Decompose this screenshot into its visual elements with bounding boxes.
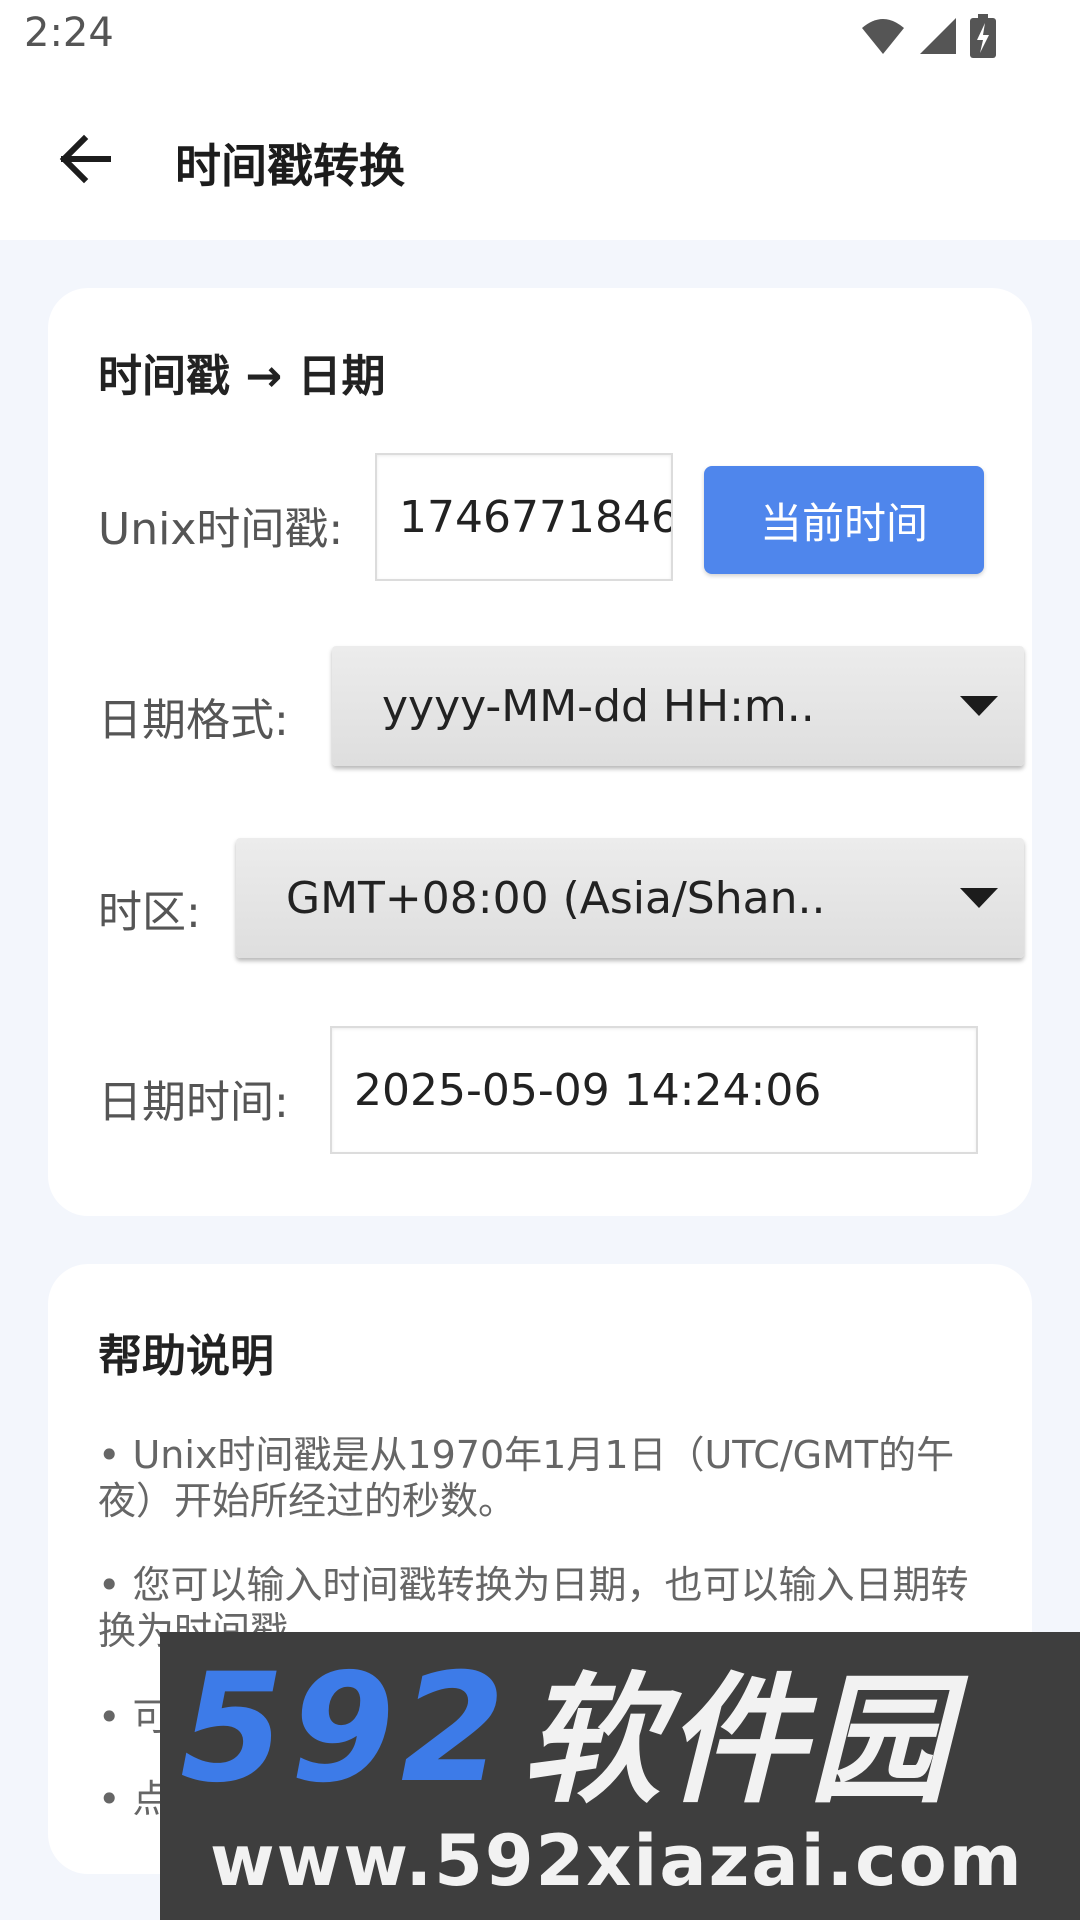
timezone-value: GMT+08:00 (Asia/Shan..	[286, 872, 826, 924]
screen: 2:24 时间戳转换 时间戳 → 日期 Unix时间戳: 1746771846 …	[0, 0, 1080, 1920]
current-time-button[interactable]: 当前时间	[704, 466, 984, 574]
status-time: 2:24	[24, 10, 114, 56]
watermark-logo-text: 软件园	[521, 1660, 954, 1823]
back-button[interactable]	[50, 124, 120, 194]
battery-charging-icon	[970, 14, 996, 58]
timestamp-to-date-card: 时间戳 → 日期 Unix时间戳: 1746771846 当前时间 日期格式: …	[48, 288, 1032, 1216]
status-bar: 2:24	[0, 0, 1080, 74]
status-icons	[860, 14, 996, 58]
card-title: 时间戳 → 日期	[98, 351, 386, 402]
timezone-select[interactable]: GMT+08:00 (Asia/Shan..	[236, 838, 1024, 958]
signal-icon	[920, 18, 956, 54]
unix-timestamp-label: Unix时间戳:	[98, 504, 344, 555]
page-title: 时间戳转换	[175, 139, 405, 193]
datetime-label: 日期时间:	[98, 1077, 289, 1128]
wifi-icon	[862, 19, 904, 54]
dropdown-arrow-icon	[960, 696, 998, 716]
arrow-back-icon	[59, 134, 111, 184]
dropdown-arrow-icon	[960, 888, 998, 908]
date-format-label: 日期格式:	[98, 695, 289, 746]
watermark-overlay: 592 软件园 www.592xiazai.com	[160, 1632, 1080, 1920]
app-bar: 时间戳转换	[0, 74, 1080, 240]
unix-timestamp-input[interactable]: 1746771846	[375, 453, 673, 581]
timezone-label: 时区:	[98, 887, 201, 938]
watermark-url: www.592xiazai.com	[210, 1820, 1024, 1902]
watermark-logo: 592 软件园	[180, 1642, 953, 1823]
help-title: 帮助说明	[98, 1331, 274, 1382]
date-format-value: yyyy-MM-dd HH:m..	[382, 680, 815, 732]
datetime-input[interactable]: 2025-05-09 14:24:06	[330, 1026, 978, 1154]
watermark-logo-number: 592	[180, 1642, 512, 1816]
date-format-select[interactable]: yyyy-MM-dd HH:m..	[332, 646, 1024, 766]
help-item: • Unix时间戳是从1970年1月1日（UTC/GMT的午夜）开始所经过的秒数…	[98, 1433, 955, 1523]
